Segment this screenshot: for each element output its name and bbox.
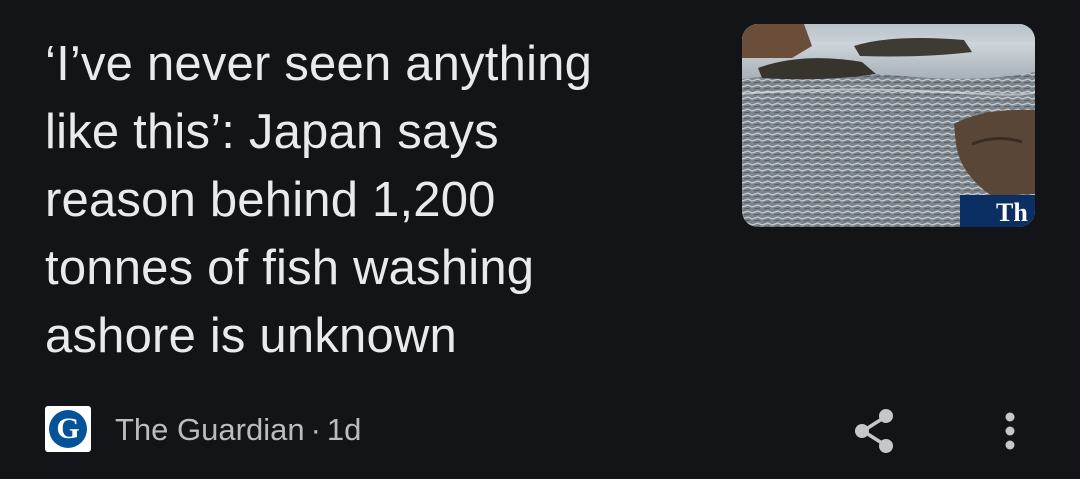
headline-line: ashore is unknown	[45, 309, 457, 363]
headline-line: like this’: Japan says	[45, 105, 499, 159]
article-footer: G The Guardian · 1d	[45, 404, 1035, 454]
article-thumbnail[interactable]: Th	[742, 24, 1035, 227]
source-meta[interactable]: The Guardian · 1d	[115, 410, 361, 450]
share-button[interactable]	[850, 406, 900, 456]
share-icon	[855, 409, 893, 453]
guardian-logo-icon[interactable]: G	[45, 406, 91, 452]
headline-line: tonnes of fish washing	[45, 241, 535, 295]
thumbnail-image	[742, 24, 1035, 227]
article-headline[interactable]: ‘I’ve never seen anything like this’: Ja…	[45, 30, 695, 370]
headline-line: reason behind 1,200	[45, 173, 496, 227]
article-age: 1d	[326, 412, 362, 447]
more-vertical-icon	[1005, 412, 1015, 450]
source-logo-letter: G	[49, 410, 87, 448]
news-card[interactable]: ‘I’ve never seen anything like this’: Ja…	[0, 0, 1080, 479]
headline-line: ‘I’ve never seen anything	[45, 37, 593, 91]
meta-separator: ·	[310, 412, 321, 447]
more-options-button[interactable]	[987, 406, 1033, 456]
source-name: The Guardian	[115, 412, 305, 447]
thumbnail-overlay-text: Th	[996, 198, 1028, 227]
